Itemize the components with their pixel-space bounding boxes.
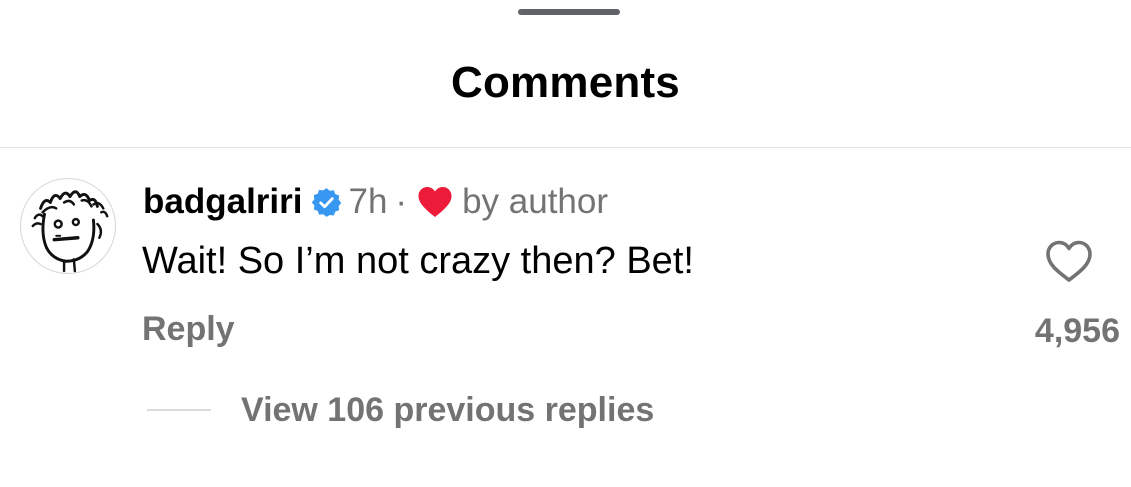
reply-button[interactable]: Reply — [142, 310, 235, 349]
page-title: Comments — [451, 58, 680, 107]
avatar[interactable] — [20, 178, 116, 274]
comment-time: 7h — [348, 182, 388, 221]
meta-separator: · — [395, 182, 408, 221]
heart-outline-icon[interactable] — [1044, 238, 1094, 284]
liked-by-author-label: by author — [462, 182, 609, 221]
comment-username[interactable]: badgalriri — [143, 182, 302, 222]
view-replies-button[interactable]: View 106 previous replies — [241, 391, 654, 430]
verified-badge-icon — [311, 187, 342, 218]
comments-sheet: Comments badgalriri 7h · by author Wait!… — [0, 0, 1131, 487]
comment-meta: badgalriri 7h · by author — [143, 181, 608, 223]
heart-filled-icon — [417, 186, 453, 218]
header-divider — [0, 147, 1131, 148]
drag-handle[interactable] — [518, 9, 620, 15]
avatar-doodle — [31, 190, 109, 273]
replies-divider — [147, 409, 211, 411]
like-count: 4,956 — [1034, 312, 1120, 350]
comment-text: Wait! So I’m not crazy then? Bet! — [142, 240, 694, 282]
